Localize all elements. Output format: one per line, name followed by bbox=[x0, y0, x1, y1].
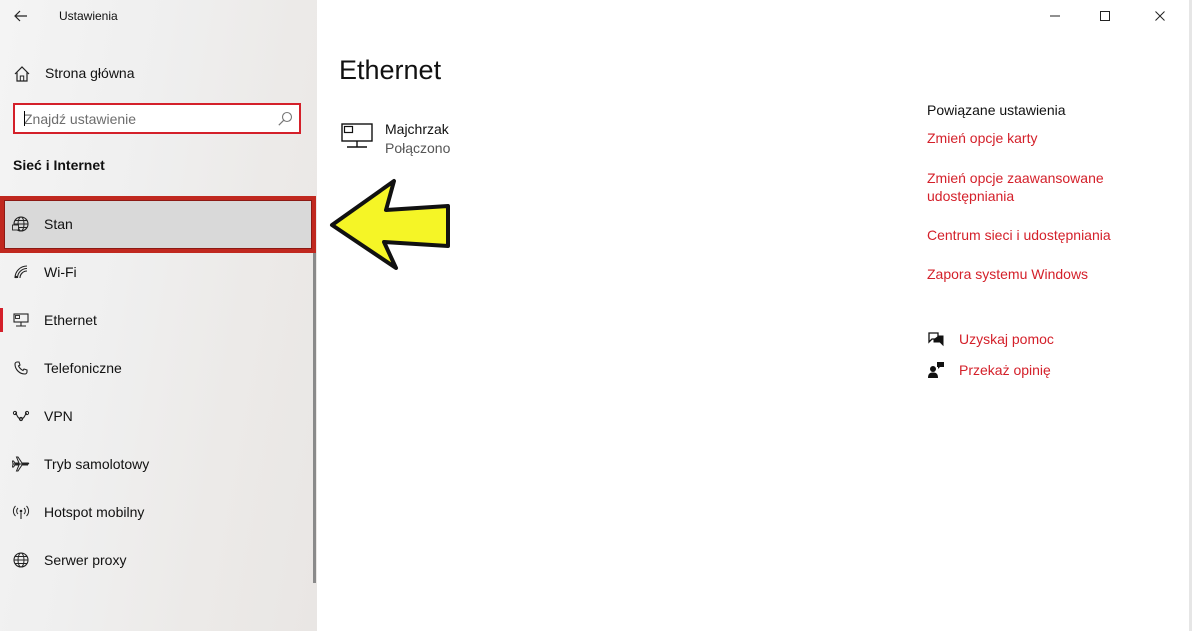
sidebar-item-label: Wi-Fi bbox=[44, 264, 77, 280]
related-settings-title: Powiązane ustawienia bbox=[927, 102, 1066, 118]
send-feedback-label: Przekaż opinię bbox=[959, 362, 1051, 378]
title-bar: Ustawienia bbox=[0, 0, 317, 32]
close-button[interactable] bbox=[1137, 0, 1183, 32]
home-icon bbox=[14, 66, 30, 82]
sidebar-scrollbar[interactable] bbox=[313, 253, 316, 583]
search-icon[interactable] bbox=[277, 111, 293, 127]
search-field[interactable] bbox=[13, 103, 301, 134]
maximize-button[interactable] bbox=[1082, 0, 1128, 32]
sidebar-item-wifi[interactable]: Wi-Fi bbox=[0, 248, 313, 296]
minimize-button[interactable] bbox=[1032, 0, 1078, 32]
sidebar-item-label: Telefoniczne bbox=[44, 360, 122, 376]
section-title: Sieć i Internet bbox=[13, 157, 105, 173]
device-name: Majchrzak bbox=[385, 121, 449, 137]
sidebar-item-label: Hotspot mobilny bbox=[44, 504, 145, 520]
back-arrow-icon bbox=[14, 10, 27, 22]
sidebar: Ustawienia Strona główna Sieć i Internet… bbox=[0, 0, 317, 631]
nav-home-label: Strona główna bbox=[45, 65, 135, 81]
link-advanced-sharing[interactable]: Zmień opcje zaawansowane udostępniania bbox=[927, 169, 1157, 205]
globe-status-icon bbox=[12, 216, 29, 232]
close-icon bbox=[1155, 11, 1165, 21]
search-input[interactable] bbox=[15, 105, 270, 132]
help-chat-icon bbox=[928, 332, 944, 347]
ethernet-device[interactable]: Majchrzak Połączono bbox=[339, 118, 539, 158]
link-change-adapter-options[interactable]: Zmień opcje karty bbox=[927, 129, 1157, 147]
airplane-icon bbox=[12, 456, 30, 472]
feedback-icon bbox=[928, 362, 944, 378]
get-help-label: Uzyskaj pomoc bbox=[959, 331, 1054, 347]
send-feedback-link[interactable]: Przekaż opinię bbox=[927, 360, 1147, 382]
get-help-link[interactable]: Uzyskaj pomoc bbox=[927, 329, 1147, 351]
sidebar-item-ethernet[interactable]: Ethernet bbox=[0, 296, 313, 344]
ethernet-icon bbox=[13, 313, 29, 327]
text-caret bbox=[24, 111, 25, 126]
dialup-icon bbox=[14, 361, 28, 375]
link-windows-firewall[interactable]: Zapora systemu Windows bbox=[927, 265, 1157, 283]
wifi-icon bbox=[14, 265, 28, 279]
nav-home[interactable]: Strona główna bbox=[0, 56, 317, 90]
sidebar-item-label: VPN bbox=[44, 408, 73, 424]
link-network-sharing-center[interactable]: Centrum sieci i udostępniania bbox=[927, 226, 1157, 244]
back-button[interactable] bbox=[6, 2, 36, 30]
ethernet-device-icon bbox=[341, 123, 373, 148]
vpn-icon bbox=[12, 410, 30, 422]
sidebar-item-vpn[interactable]: VPN bbox=[0, 392, 313, 440]
device-status: Połączono bbox=[385, 140, 451, 156]
sidebar-item-serwer-proxy[interactable]: Serwer proxy bbox=[0, 536, 313, 584]
sidebar-item-telefoniczne[interactable]: Telefoniczne bbox=[0, 344, 313, 392]
sidebar-item-stan[interactable]: Stan bbox=[0, 200, 313, 248]
sidebar-item-label: Stan bbox=[44, 216, 73, 232]
sidebar-item-label: Ethernet bbox=[44, 312, 97, 328]
maximize-icon bbox=[1100, 11, 1110, 21]
sidebar-item-label: Serwer proxy bbox=[44, 552, 127, 568]
annotation-arrow bbox=[330, 179, 450, 270]
proxy-globe-icon bbox=[13, 552, 29, 568]
sidebar-item-hotspot[interactable]: Hotspot mobilny bbox=[0, 488, 313, 536]
sidebar-item-tryb-samolotowy[interactable]: Tryb samolotowy bbox=[0, 440, 313, 488]
app-title: Ustawienia bbox=[59, 9, 118, 23]
window-controls bbox=[1032, 0, 1192, 32]
page-title: Ethernet bbox=[339, 55, 442, 85]
minimize-icon bbox=[1050, 15, 1060, 17]
hotspot-icon bbox=[12, 505, 30, 519]
sidebar-item-label: Tryb samolotowy bbox=[44, 456, 150, 472]
